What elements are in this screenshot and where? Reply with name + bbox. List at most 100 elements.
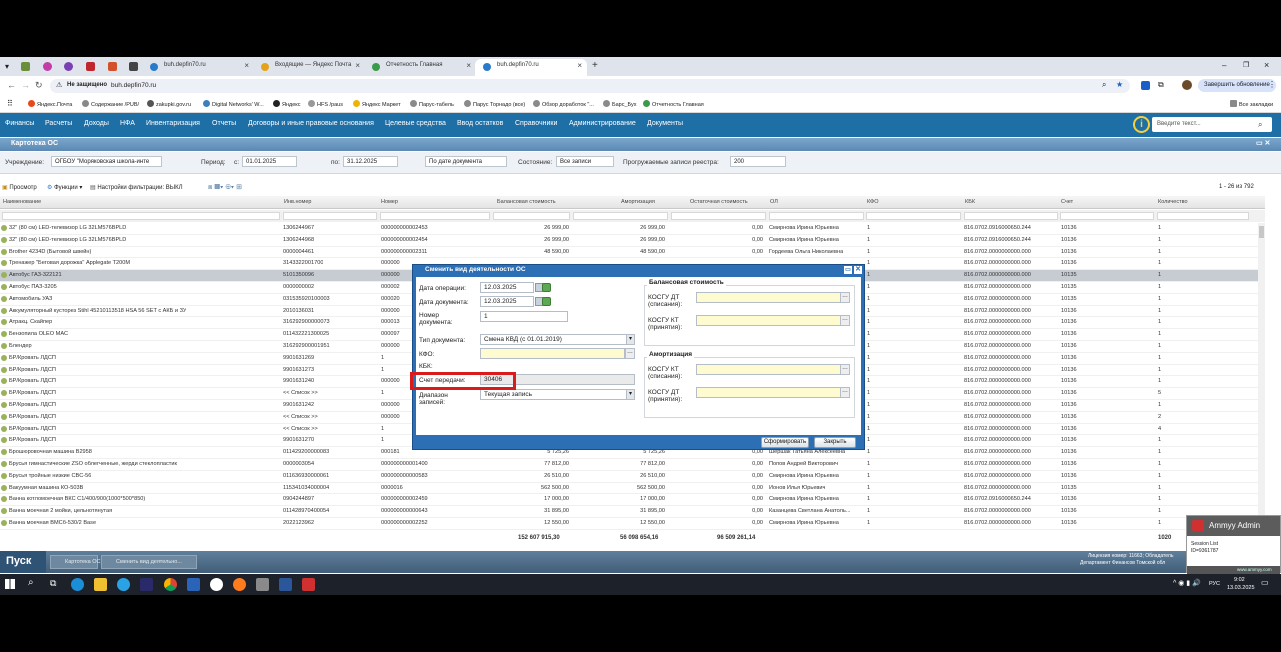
functions-button[interactable]: ⚙ Функции ▾ — [47, 184, 82, 191]
tray-icons[interactable]: ^ ◉ ▮ 🔊 — [1173, 579, 1201, 587]
col-amort[interactable]: Амортизация — [621, 199, 655, 205]
kosgu-kt-accept-field[interactable] — [696, 315, 841, 326]
notifications-icon[interactable]: ▭ — [1261, 578, 1269, 587]
taskbar-item[interactable]: Сменить вид деятельно... — [101, 555, 197, 569]
taskbar-item[interactable]: Картотека ОС — [50, 555, 100, 569]
menu-item[interactable]: Администрирование — [569, 120, 636, 127]
bookmark[interactable]: Парус Торнадо (все) — [464, 100, 525, 108]
column-filter-input[interactable] — [671, 212, 766, 220]
menu-item[interactable]: Финансы — [5, 120, 34, 127]
pinned-tab-icon[interactable] — [86, 62, 95, 71]
col-balance[interactable]: Балансовая стоимость — [497, 199, 556, 205]
today-icon[interactable] — [542, 297, 551, 306]
menu-item[interactable]: Документы — [647, 120, 683, 127]
pinned-tab-icon[interactable] — [108, 62, 117, 71]
col-kfo[interactable]: КФО — [867, 199, 878, 205]
app-icon[interactable] — [140, 578, 153, 591]
search-icon[interactable]: ⌕ — [1258, 120, 1262, 130]
apps-icon[interactable]: ⠿ — [7, 99, 13, 108]
bookmark[interactable]: Парус-табель — [410, 100, 454, 108]
column-filter-input[interactable] — [283, 212, 377, 220]
explorer-icon[interactable] — [94, 578, 107, 591]
new-tab-button[interactable]: + — [592, 60, 598, 71]
word-icon[interactable] — [279, 578, 292, 591]
lookup-button[interactable]: … — [840, 364, 850, 375]
edge-icon[interactable] — [71, 578, 84, 591]
close-button[interactable]: Закрыть — [814, 437, 856, 448]
dialog-close-icon[interactable]: ✕ — [854, 266, 862, 274]
browser-tab-active[interactable]: buh.depfin70.ru × — [475, 59, 587, 76]
date-to-field[interactable]: 31.12.2025 — [343, 156, 398, 167]
grid-scrollbar[interactable] — [1258, 223, 1265, 533]
kfo-field[interactable] — [480, 348, 625, 359]
lookup-button[interactable]: … — [840, 387, 850, 398]
column-filter-input[interactable] — [866, 212, 961, 220]
table-row[interactable]: Ванна моечная 2 мойки, цельнотянутая 0114… — [0, 506, 1258, 518]
all-bookmarks[interactable]: Все закладки — [1230, 100, 1273, 108]
restore-icon[interactable]: ❐ — [1243, 61, 1249, 69]
op-date-field[interactable]: 12.03.2025 — [480, 282, 534, 293]
close-tab-icon[interactable]: × — [577, 61, 582, 70]
close-tab-icon[interactable]: × — [355, 61, 360, 70]
bookmark[interactable]: zakupki.gov.ru — [147, 100, 191, 108]
close-window-icon[interactable]: × — [1264, 60, 1269, 70]
minimize-icon[interactable]: – — [1222, 61, 1226, 70]
kosgu-kt-write-field[interactable] — [696, 364, 841, 375]
column-filter-input[interactable] — [964, 212, 1058, 220]
column-filter-input[interactable] — [493, 212, 570, 220]
bookmark[interactable]: Яндекс — [273, 100, 301, 108]
zoom-icon[interactable]: ⌕ — [1102, 80, 1106, 90]
lookup-button[interactable]: … — [840, 292, 850, 303]
col-name[interactable]: Наименование — [3, 199, 41, 205]
filter-settings-button[interactable]: ▤ Настройки фильтрации: ВЫКЛ — [90, 184, 183, 191]
table-row[interactable]: 32" (80 см) LED-телевизор LG 32LM576BPLD… — [0, 235, 1258, 247]
col-kbk[interactable]: КБК — [965, 199, 975, 205]
app-icon[interactable] — [256, 578, 269, 591]
menu-item[interactable]: НФА — [120, 120, 135, 127]
back-icon[interactable]: ← — [7, 80, 16, 90]
chrome-icon[interactable] — [164, 578, 177, 591]
kosgu-dt-write-field[interactable] — [696, 292, 841, 303]
view-button[interactable]: ▣ Просмотр — [2, 184, 37, 191]
pinned-tab-icon[interactable] — [129, 62, 138, 71]
chevron-down-icon[interactable]: ▾ — [626, 390, 634, 399]
forward-icon[interactable]: → — [21, 80, 30, 90]
start-button[interactable]: Пуск — [0, 551, 46, 573]
chevron-down-icon[interactable]: ▾ — [626, 335, 634, 344]
menu-item[interactable]: Ввод остатков — [457, 120, 503, 127]
dialog-minimize-icon[interactable]: ▭ — [844, 266, 852, 274]
doc-date-field[interactable]: 12.03.2025 — [480, 296, 534, 307]
security-label[interactable]: Не защищено — [67, 82, 107, 88]
bookmark[interactable]: Яндекс.Почта — [28, 100, 72, 108]
col-account[interactable]: Счет — [1061, 199, 1073, 205]
kosgu-dt-accept-field[interactable] — [696, 387, 841, 398]
menu-item[interactable]: Инвентаризация — [146, 120, 200, 127]
state-select[interactable]: Все записи — [556, 156, 614, 167]
col-qty[interactable]: Количество — [1158, 199, 1188, 205]
pinned-tab-icon[interactable] — [21, 62, 30, 71]
ie-icon[interactable] — [117, 578, 130, 591]
app-icon[interactable] — [187, 578, 200, 591]
task-view-icon[interactable]: ⧉ — [50, 578, 56, 589]
clock-time[interactable]: 9:02 — [1234, 577, 1245, 583]
institution-field[interactable]: ОГБОУ "Моряковская школа-инте — [51, 156, 162, 167]
ammyy-icon[interactable] — [302, 578, 315, 591]
lookup-button[interactable]: … — [840, 315, 850, 326]
close-tab-icon[interactable]: × — [466, 61, 471, 70]
extension-icon[interactable] — [1141, 81, 1150, 90]
bookmark[interactable]: Отчетность Главная — [643, 100, 704, 108]
menu-item[interactable]: Справочники — [515, 120, 557, 127]
menu-item[interactable]: Договоры и иные правовые основания — [248, 120, 374, 127]
column-filter-input[interactable] — [769, 212, 864, 220]
extensions-icon[interactable]: ⧉ — [1158, 80, 1164, 90]
close-tab-icon[interactable]: × — [244, 61, 249, 70]
col-num[interactable]: Номер — [381, 199, 398, 205]
bookmark[interactable]: HFS /paus — [308, 100, 343, 108]
profile-avatar[interactable] — [1182, 80, 1192, 90]
address-bar[interactable]: ⚠ Не защищено buh.depfin70.ru ⌕ ★ — [50, 79, 1130, 93]
window-controls[interactable]: ▭ ✕ — [1256, 139, 1270, 147]
pinned-tab-icon[interactable] — [43, 62, 52, 71]
menu-item[interactable]: Целевые средства — [385, 120, 446, 127]
doc-type-select[interactable]: Смена КВД (с 01.01.2019) — [480, 334, 635, 345]
url-text[interactable]: buh.depfin70.ru — [111, 82, 156, 89]
